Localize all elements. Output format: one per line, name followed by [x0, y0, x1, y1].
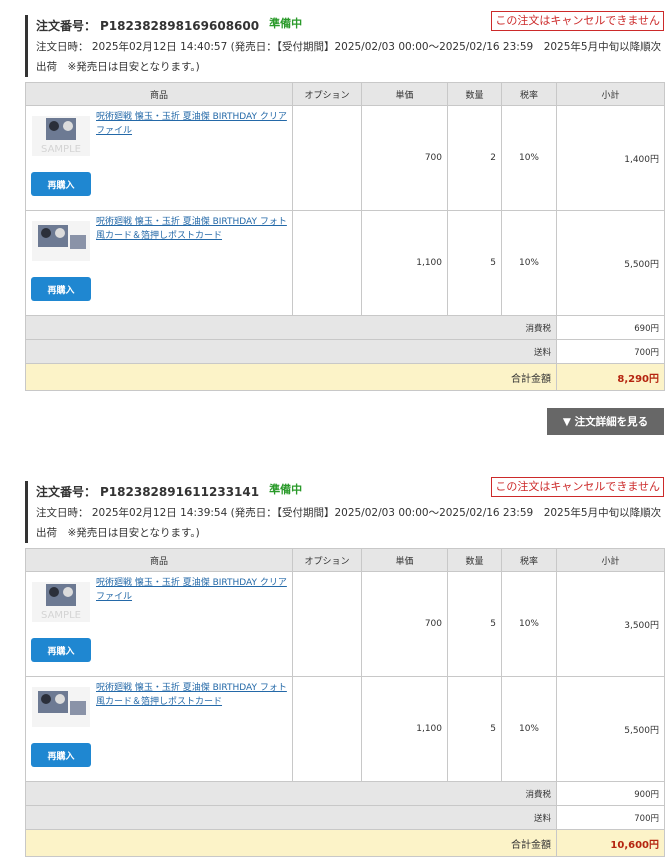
shipping-row: 送料 700円 [25, 805, 665, 830]
qty-cell: 5 [447, 210, 502, 316]
table-header: 商品 オプション 単価 数量 税率 小計 [25, 82, 665, 106]
subtotal-cell: 5,500円 [556, 676, 665, 782]
col-tax: 税率 [501, 548, 557, 572]
price-cell: 700 [361, 571, 448, 677]
order-number-label: 注文番号： [36, 19, 97, 33]
order-block: 注文番号： P182382898169608600 準備中 注文日時： 2025年0… [25, 11, 664, 77]
total-value: 8,290円 [556, 363, 665, 391]
total-label: 合計金額 [25, 363, 557, 391]
table-row: 呪術廻戦 懐玉・玉折 夏油傑 BIRTHDAY フォト風カード＆箔押しポストカー… [25, 676, 665, 782]
tax-rate-cell: 10% [501, 571, 557, 677]
col-subtotal: 小計 [556, 82, 665, 106]
option-cell [292, 571, 362, 677]
tax-rate-cell: 10% [501, 676, 557, 782]
rebuy-button[interactable]: 再購入 [31, 172, 91, 196]
table-row: 呪術廻戦 懐玉・玉折 夏油傑 BIRTHDAY フォト風カード＆箔押しポストカー… [25, 210, 665, 316]
tax-row: 消費税 690円 [25, 315, 665, 340]
product-thumbnail[interactable]: SAMPLE [32, 582, 90, 622]
product-link[interactable]: 呪術廻戦 懐玉・玉折 夏油傑 BIRTHDAY フォト風カード＆箔押しポストカー… [96, 681, 288, 709]
total-value: 10,600円 [556, 829, 665, 857]
order-header: 注文番号： P182382898169608600 準備中 注文日時： 2025年0… [25, 11, 664, 77]
qty-cell: 2 [447, 105, 502, 211]
col-qty: 数量 [447, 548, 502, 572]
shipping-label: 送料 [25, 339, 557, 364]
product-thumbnail[interactable] [32, 221, 90, 261]
total-row: 合計金額 8,290円 [25, 363, 665, 391]
col-tax: 税率 [501, 82, 557, 106]
tax-label: 消費税 [25, 315, 557, 340]
subtotal-cell: 3,500円 [556, 571, 665, 677]
shipping-value: 700円 [556, 339, 665, 364]
price-cell: 700 [361, 105, 448, 211]
order-detail-button[interactable]: ▼ 注文詳細を見る [547, 408, 664, 435]
col-price: 単価 [361, 82, 448, 106]
tax-value: 900円 [556, 781, 665, 806]
col-subtotal: 小計 [556, 548, 665, 572]
qty-cell: 5 [447, 571, 502, 677]
order-items-table: 商品 オプション 単価 数量 税率 小計 SAMPLE 呪術廻戦 懐玉・玉折 夏… [25, 82, 665, 391]
price-cell: 1,100 [361, 676, 448, 782]
tax-rate-cell: 10% [501, 105, 557, 211]
status-badge: 準備中 [269, 17, 303, 30]
option-cell [292, 676, 362, 782]
order-header: 注文番号： P182382891611233141 準備中 注文日時： 2025年0… [25, 477, 664, 543]
tax-rate-cell: 10% [501, 210, 557, 316]
rebuy-button[interactable]: 再購入 [31, 277, 91, 301]
table-row: SAMPLE 呪術廻戦 懐玉・玉折 夏油傑 BIRTHDAY クリアファイル 再… [25, 105, 665, 211]
order-date-line-2: 出荷 ※発売日は目安となります。) [36, 527, 200, 539]
subtotal-cell: 1,400円 [556, 105, 665, 211]
qty-cell: 5 [447, 676, 502, 782]
order-number: P182382891611233141 [100, 485, 260, 499]
rebuy-button[interactable]: 再購入 [31, 638, 91, 662]
status-badge: 準備中 [269, 483, 303, 496]
shipping-row: 送料 700円 [25, 339, 665, 364]
product-link[interactable]: 呪術廻戦 懐玉・玉折 夏油傑 BIRTHDAY フォト風カード＆箔押しポストカー… [96, 215, 288, 243]
tax-row: 消費税 900円 [25, 781, 665, 806]
order-number: P182382898169608600 [100, 19, 260, 33]
sample-watermark: SAMPLE [41, 144, 81, 155]
col-product: 商品 [25, 82, 293, 106]
price-cell: 1,100 [361, 210, 448, 316]
tax-value: 690円 [556, 315, 665, 340]
col-product: 商品 [25, 548, 293, 572]
total-row: 合計金額 10,600円 [25, 829, 665, 857]
order-date-line: 注文日時： 2025年02月12日 14:39:54 (発売日：【受付期間】20… [36, 507, 662, 519]
product-thumbnail[interactable]: SAMPLE [32, 116, 90, 156]
product-link[interactable]: 呪術廻戦 懐玉・玉折 夏油傑 BIRTHDAY クリアファイル [96, 576, 288, 604]
sample-watermark: SAMPLE [41, 610, 81, 621]
order-block: 注文番号： P182382891611233141 準備中 注文日時： 2025年0… [25, 477, 664, 543]
col-option: オプション [292, 82, 362, 106]
product-link[interactable]: 呪術廻戦 懐玉・玉折 夏油傑 BIRTHDAY クリアファイル [96, 110, 288, 138]
order-items-table: 商品 オプション 単価 数量 税率 小計 SAMPLE 呪術廻戦 懐玉・玉折 夏… [25, 548, 665, 857]
no-cancel-notice: この注文はキャンセルできません [491, 477, 664, 497]
shipping-label: 送料 [25, 805, 557, 830]
rebuy-button[interactable]: 再購入 [31, 743, 91, 767]
subtotal-cell: 5,500円 [556, 210, 665, 316]
col-price: 単価 [361, 548, 448, 572]
option-cell [292, 210, 362, 316]
shipping-value: 700円 [556, 805, 665, 830]
product-thumbnail[interactable] [32, 687, 90, 727]
order-number-label: 注文番号： [36, 485, 97, 499]
col-qty: 数量 [447, 82, 502, 106]
order-date-line-2: 出荷 ※発売日は目安となります。) [36, 61, 200, 73]
tax-label: 消費税 [25, 781, 557, 806]
no-cancel-notice: この注文はキャンセルできません [491, 11, 664, 31]
table-row: SAMPLE 呪術廻戦 懐玉・玉折 夏油傑 BIRTHDAY クリアファイル 再… [25, 571, 665, 677]
total-label: 合計金額 [25, 829, 557, 857]
option-cell [292, 105, 362, 211]
table-header: 商品 オプション 単価 数量 税率 小計 [25, 548, 665, 572]
order-date-line: 注文日時： 2025年02月12日 14:40:57 (発売日：【受付期間】20… [36, 41, 662, 53]
col-option: オプション [292, 548, 362, 572]
